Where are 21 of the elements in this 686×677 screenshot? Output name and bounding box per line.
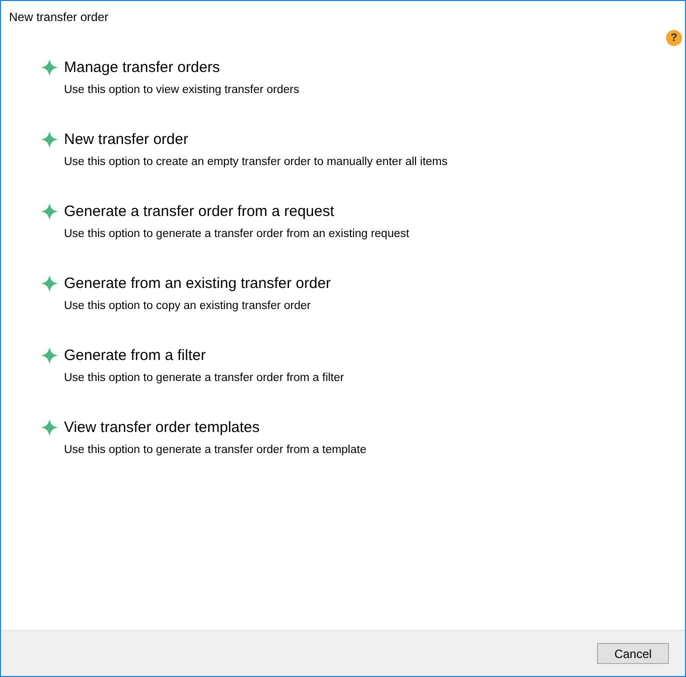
option-description: Use this option to copy an existing transfer order bbox=[64, 300, 312, 312]
sparkle-icon bbox=[41, 274, 58, 292]
window-title: New transfer order bbox=[8, 9, 110, 24]
option-description: Use this option to view existing transfer orders bbox=[64, 84, 300, 96]
option-link[interactable]: Generate from an existing transfer order bbox=[64, 274, 331, 292]
sparkle-icon bbox=[41, 58, 58, 76]
option-link[interactable]: Manage transfer orders bbox=[64, 58, 220, 76]
sparkle-icon bbox=[41, 202, 58, 220]
option-description: Use this option to create an empty transfer order to manually enter all items bbox=[64, 156, 449, 168]
cancel-button[interactable]: Cancel bbox=[597, 643, 669, 664]
option-link[interactable]: View transfer order templates bbox=[64, 418, 260, 436]
option-link[interactable]: New transfer order bbox=[64, 130, 188, 148]
option-link[interactable]: Generate a transfer order from a request bbox=[64, 202, 334, 220]
help-button[interactable]: ? bbox=[666, 30, 682, 46]
sparkle-icon bbox=[41, 346, 58, 364]
option-description: Use this option to generate a transfer order from a filter bbox=[64, 372, 345, 384]
option-link[interactable]: Generate from a filter bbox=[64, 346, 206, 364]
option-description: Use this option to generate a transfer order from an existing request bbox=[64, 228, 410, 240]
sparkle-icon bbox=[41, 418, 58, 436]
option-description: Use this option to generate a transfer order from a template bbox=[64, 444, 368, 456]
sparkle-icon bbox=[41, 130, 58, 148]
